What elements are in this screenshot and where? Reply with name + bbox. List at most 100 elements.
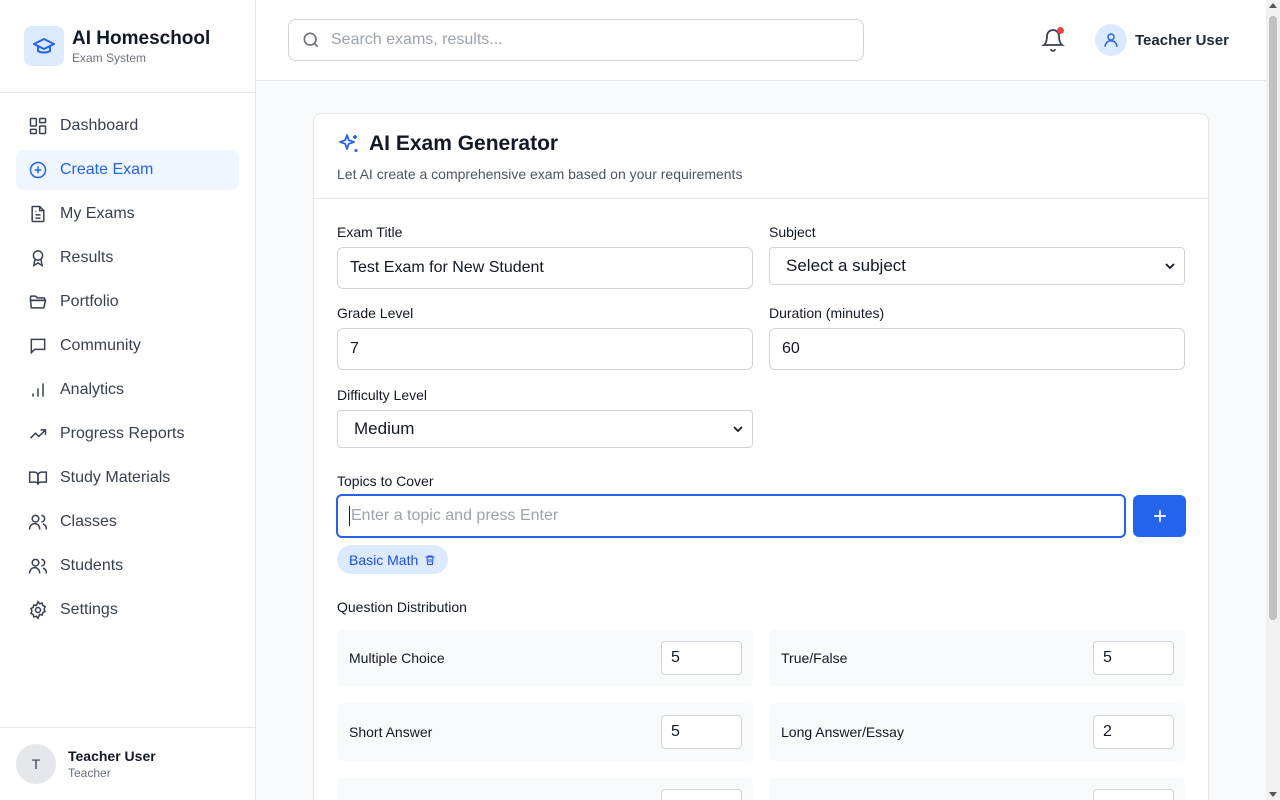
scrollbar-thumb[interactable] [1269,16,1277,620]
distribution-row-long-answer: Long Answer/Essay 2 [769,703,1185,761]
notifications-button[interactable] [1041,27,1065,52]
book-icon [28,471,48,485]
sidebar-item-label: Results [60,249,114,266]
exam-title-label: Exam Title [337,224,403,240]
true-false-count-input[interactable]: 5 [1093,641,1174,675]
topic-input-placeholder: Enter a topic and press Enter [351,507,559,524]
search-input[interactable] [331,31,831,49]
bar-chart-icon [32,383,44,397]
grade-level-input[interactable]: 7 [337,328,753,370]
user-icon [1095,24,1127,56]
distribution-row-true-false: True/False 5 [769,629,1185,687]
brand-subtitle: Exam System [72,50,147,65]
sidebar-user[interactable]: T Teacher User Teacher [0,727,255,800]
sidebar-item-create-exam[interactable]: Create Exam [16,150,239,190]
gear-icon [29,600,47,620]
dashboard-icon [29,117,47,135]
text-caret [349,506,350,526]
distribution-row-partial [337,777,753,800]
sidebar-item-label: Create Exam [60,161,154,178]
duration-label: Duration (minutes) [769,305,885,321]
sidebar: AI Homeschool Exam System Dashboard Crea… [0,0,256,800]
topic-chip-label: Basic Math [349,551,419,568]
folder-icon [29,295,47,309]
sidebar-item-label: Analytics [60,381,125,398]
scroll-down-arrow-icon[interactable] [1269,792,1277,797]
sidebar-item-label: Classes [60,513,117,530]
sidebar-item-analytics[interactable]: Analytics [16,370,239,410]
card-title: AI Exam Generator [369,132,559,155]
subject-select-value: Select a subject [786,256,907,275]
plus-circle-icon [29,161,47,179]
sidebar-item-label: Community [60,337,141,354]
user-menu[interactable]: Teacher User [1095,24,1229,56]
sidebar-item-study-materials[interactable]: Study Materials [16,458,239,498]
sidebar-item-classes[interactable]: Classes [16,502,239,542]
sidebar-item-portfolio[interactable]: Portfolio [16,282,239,322]
brand-title: AI Homeschool [72,27,211,49]
topic-input[interactable]: Enter a topic and press Enter [336,494,1126,538]
card-subtitle: Let AI create a comprehensive exam based… [337,166,743,182]
distribution-count-input[interactable] [1093,789,1174,800]
notification-badge [1057,27,1064,34]
distribution-row-partial [769,777,1185,800]
duration-input[interactable]: 60 [769,328,1185,370]
question-distribution-label: Question Distribution [337,599,467,615]
sidebar-item-community[interactable]: Community [16,326,239,366]
distribution-label: Multiple Choice [349,650,445,666]
sidebar-item-label: Progress Reports [60,425,185,442]
sidebar-item-dashboard[interactable]: Dashboard [16,106,239,146]
brand: AI Homeschool Exam System [0,0,255,93]
distribution-label: True/False [781,650,848,666]
top-bar: Teacher User [256,0,1266,81]
distribution-row-multiple-choice: Multiple Choice 5 [337,629,753,687]
sidebar-item-label: Study Materials [60,469,171,486]
multiple-choice-count-input[interactable]: 5 [661,641,742,675]
difficulty-label: Difficulty Level [337,387,428,403]
award-icon [32,250,44,268]
exam-title-input[interactable]: Test Exam for New Student [337,247,753,289]
topic-chip: Basic Math [337,545,449,574]
short-answer-count-input[interactable]: 5 [661,715,742,749]
subject-label: Subject [769,224,816,240]
chevron-down-icon [1165,263,1175,270]
users-icon [28,514,48,530]
long-answer-count-input[interactable]: 2 [1093,715,1174,749]
distribution-count-input[interactable] [661,789,742,800]
trash-icon[interactable] [424,554,436,566]
difficulty-select-value: Medium [354,419,415,438]
topics-label: Topics to Cover [337,473,434,489]
chevron-down-icon [733,426,743,433]
scroll-up-arrow-icon[interactable] [1269,3,1277,8]
page-scrollbar[interactable] [1266,0,1280,800]
difficulty-select[interactable]: Medium [337,410,753,448]
sidebar-item-results[interactable]: Results [16,238,239,278]
sidebar-user-name: Teacher User [68,748,156,764]
card-header: AI Exam Generator Let AI create a compre… [314,114,1208,199]
subject-select[interactable]: Select a subject [769,247,1185,285]
search-box[interactable] [288,19,864,61]
search-icon [303,32,319,48]
sidebar-item-label: My Exams [60,205,135,222]
exam-generator-card: AI Exam Generator Let AI create a compre… [313,113,1209,800]
sidebar-nav: Dashboard Create Exam My Exams Results P… [0,93,255,630]
distribution-label: Short Answer [349,724,433,740]
message-icon [30,338,46,355]
sidebar-item-label: Dashboard [60,117,139,134]
sidebar-item-label: Students [60,557,124,574]
user-name: Teacher User [1135,31,1229,49]
sidebar-item-my-exams[interactable]: My Exams [16,194,239,234]
grade-level-label: Grade Level [337,305,414,321]
sidebar-item-settings[interactable]: Settings [16,590,239,630]
sidebar-item-label: Portfolio [60,293,119,310]
graduation-cap-icon [24,26,64,66]
sidebar-item-progress-reports[interactable]: Progress Reports [16,414,239,454]
sparkles-icon [339,134,358,152]
document-icon [31,205,45,223]
add-topic-button[interactable] [1133,495,1186,537]
sidebar-item-label: Settings [60,601,118,618]
sidebar-item-students[interactable]: Students [16,546,239,586]
sidebar-user-role: Teacher [68,766,111,780]
distribution-label: Long Answer/Essay [781,724,904,740]
plus-icon [1153,509,1166,523]
